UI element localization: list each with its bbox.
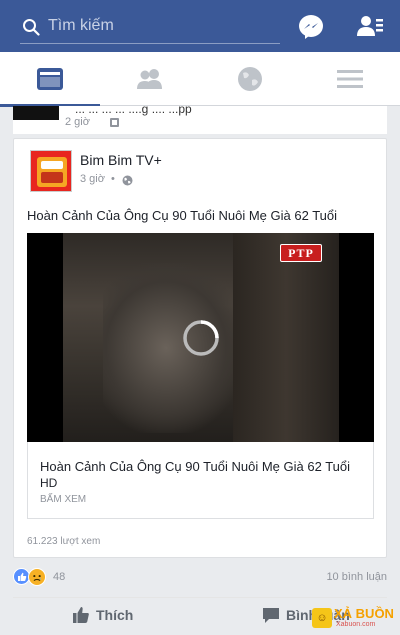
comment-icon <box>263 608 279 623</box>
previous-post-time[interactable]: 2 giờ <box>65 116 90 128</box>
audience-icon <box>110 118 119 127</box>
previous-post: ... ... ... ... ....g .... ...pp 2 giờ <box>13 102 387 134</box>
tab-menu[interactable] <box>300 52 400 106</box>
link-cta[interactable]: BẤM XEM <box>40 494 86 505</box>
snack-pack-image <box>37 157 67 187</box>
search-bar[interactable] <box>20 10 280 44</box>
news-feed-icon <box>37 68 63 90</box>
globe-icon <box>122 175 133 186</box>
link-preview[interactable]: Hoàn Cảnh Của Ông Cụ 90 Tuổi Nuôi Mẹ Già… <box>27 442 374 519</box>
separator-dot: • <box>111 173 115 185</box>
video-player[interactable]: PTP <box>27 233 374 442</box>
search-input[interactable] <box>48 14 278 38</box>
messenger-icon[interactable] <box>298 14 324 40</box>
tab-friends[interactable] <box>100 52 200 106</box>
channel-logo: PTP <box>280 244 322 262</box>
search-underline <box>20 43 280 44</box>
watermark-brand: XẢ BUỒN <box>334 606 394 621</box>
reactions-row[interactable]: 48 10 bình luận <box>13 568 387 588</box>
reaction-count[interactable]: 48 <box>53 571 65 583</box>
tab-news-feed[interactable] <box>0 52 100 107</box>
page-name[interactable]: Bim Bim TV+ <box>80 152 162 168</box>
notifications-globe-icon <box>238 67 262 91</box>
top-bar <box>0 0 400 52</box>
tab-notifications[interactable] <box>200 52 300 106</box>
previous-post-author[interactable]: ... ... ... ... ....g .... ...pp <box>75 102 192 116</box>
post-text: Hoàn Cảnh Của Ông Cụ 90 Tuổi Nuôi Mẹ Già… <box>27 208 338 223</box>
like-label: Thích <box>96 607 134 623</box>
search-icon <box>23 19 40 36</box>
thumbs-up-icon <box>73 607 89 623</box>
like-button[interactable]: Thích <box>72 604 133 626</box>
menu-icon <box>337 70 363 88</box>
post-timestamp[interactable]: 3 giờ <box>80 173 105 185</box>
sad-reaction-icon <box>28 568 46 586</box>
watermark-site: Xabuon.com <box>336 621 376 628</box>
divider <box>13 597 387 598</box>
page-avatar[interactable] <box>30 150 72 192</box>
link-title[interactable]: Hoàn Cảnh Của Ông Cụ 90 Tuổi Nuôi Mẹ Già… <box>40 459 350 474</box>
link-subtitle: HD <box>40 476 58 490</box>
friends-icon <box>137 69 162 89</box>
tab-bar <box>0 52 400 107</box>
watermark-logo-icon: ☺ <box>312 608 332 628</box>
comment-count[interactable]: 10 bình luận <box>326 571 387 583</box>
view-count: 61.223 lượt xem <box>27 536 101 547</box>
friend-requests-icon[interactable] <box>357 15 383 39</box>
watermark: ☺ XẢ BUỒN Xabuon.com <box>312 606 398 632</box>
loading-spinner-icon <box>183 320 219 356</box>
avatar[interactable] <box>13 106 59 120</box>
post-card: Bim Bim TV+ 3 giờ • Hoàn Cảnh Của Ông Cụ… <box>13 138 387 558</box>
